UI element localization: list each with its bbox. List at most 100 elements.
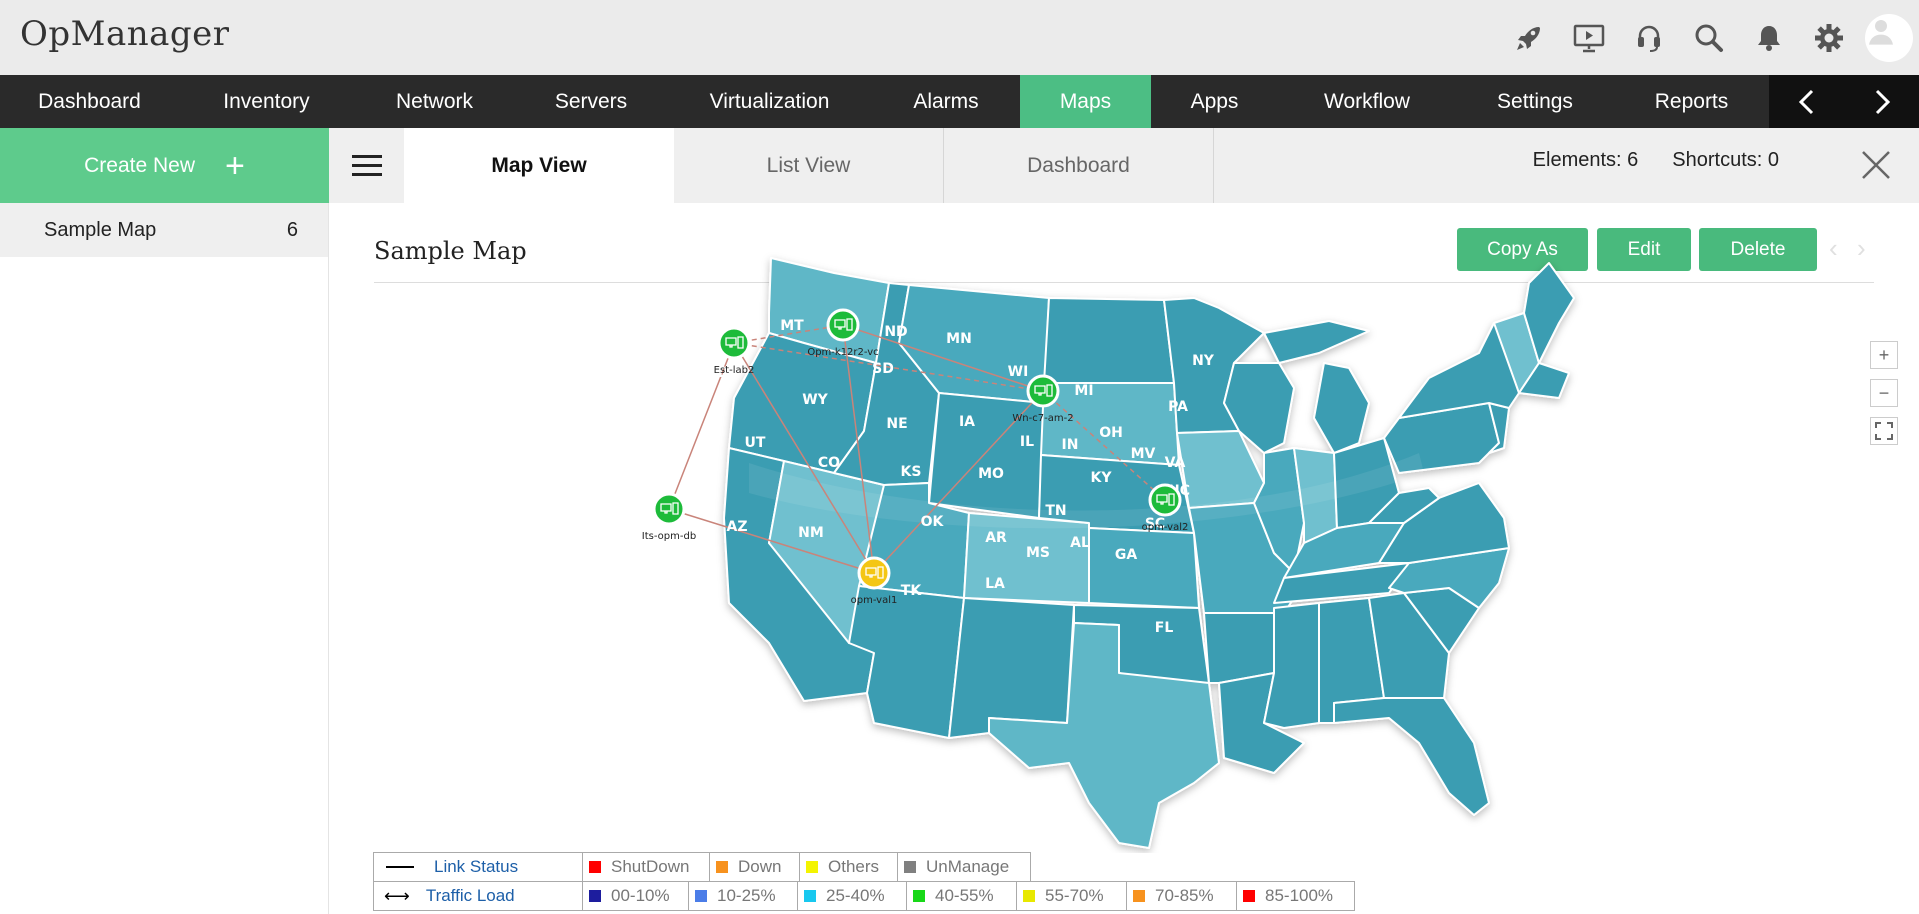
state-mi-upper[interactable] <box>1263 320 1370 364</box>
swatch <box>589 861 601 873</box>
label-me: ME <box>1242 302 1266 318</box>
headset-icon[interactable] <box>1619 14 1679 62</box>
node-circle[interactable] <box>1148 483 1182 517</box>
top-header: OpManager <box>0 0 1919 75</box>
tab-list-view[interactable]: List View <box>674 128 944 203</box>
chevron-left-icon[interactable] <box>1769 75 1844 128</box>
legend-load-label: 10-25% <box>717 886 776 905</box>
label-ky: KY <box>1091 470 1113 486</box>
label-az: AZ <box>727 519 748 535</box>
legend-load-25-40: 25-40% <box>797 881 907 911</box>
nav-virtualization[interactable]: Virtualization <box>667 75 872 128</box>
nav-dashboard[interactable]: Dashboard <box>0 75 179 128</box>
label-mi: MI <box>1074 383 1093 399</box>
node-circle[interactable] <box>826 308 860 342</box>
presentation-icon[interactable] <box>1559 14 1619 62</box>
node-circle[interactable] <box>857 556 891 590</box>
node-circle[interactable] <box>1026 374 1060 408</box>
legend-load-70-85: 70-85% <box>1126 881 1237 911</box>
legend-others-label: Others <box>828 857 880 876</box>
legend-link-status-row: Link Status ShutDown Down Others UnManag… <box>373 852 1031 882</box>
nav-apps[interactable]: Apps <box>1151 75 1278 128</box>
label-mo: MO <box>978 466 1004 482</box>
traffic-load-text: Traffic Load <box>425 886 515 905</box>
app-title: OpManager <box>20 14 230 54</box>
label-pa: PA <box>1168 399 1188 415</box>
nav-inventory[interactable]: Inventory <box>179 75 354 128</box>
nav-servers[interactable]: Servers <box>515 75 667 128</box>
swatch <box>695 890 707 902</box>
state-ks[interactable] <box>1088 527 1200 609</box>
swatch <box>1243 890 1255 902</box>
rocket-icon[interactable] <box>1499 14 1559 62</box>
legend-down-label: Down <box>738 857 782 876</box>
nav-workflow[interactable]: Workflow <box>1278 75 1456 128</box>
create-new-label: Create New <box>84 153 196 177</box>
device-node-its[interactable]: Its-opm-db <box>642 492 696 542</box>
label-ok: OK <box>921 514 945 530</box>
node-label: Its-opm-db <box>642 531 696 542</box>
state-fl[interactable] <box>1333 697 1490 816</box>
gear-icon[interactable] <box>1799 14 1859 62</box>
legend-load-label: 55-70% <box>1045 886 1104 905</box>
map-panel: Sample Map Copy As Edit Delete ‹ › + − W… <box>329 203 1919 914</box>
label-mt: MT <box>780 318 804 334</box>
state-nm[interactable] <box>948 597 1075 739</box>
nav-alarms[interactable]: Alarms <box>872 75 1020 128</box>
legend-unmanage-label: UnManage <box>926 857 1010 876</box>
state-mi[interactable] <box>1313 362 1370 454</box>
label-nm: NM <box>798 525 824 541</box>
close-icon[interactable] <box>1859 148 1893 182</box>
swatch <box>716 861 728 873</box>
node-circle[interactable] <box>652 492 686 526</box>
label-ga: GA <box>1115 547 1137 563</box>
state-nd[interactable] <box>1043 297 1175 384</box>
nav-maps[interactable]: Maps <box>1020 75 1151 128</box>
create-new-button[interactable]: Create New + <box>0 128 329 203</box>
nav-network[interactable]: Network <box>354 75 515 128</box>
legend-unmanage: UnManage <box>897 852 1031 882</box>
search-icon[interactable] <box>1679 14 1739 62</box>
label-ne: NE <box>886 416 907 432</box>
node-label: Wn-c7-am-2 <box>1012 413 1073 424</box>
swatch <box>806 861 818 873</box>
label-mn: MN <box>946 331 972 347</box>
legend-load-label: 00-10% <box>611 886 670 905</box>
label-la: LA <box>985 576 1005 592</box>
legend-down: Down <box>709 852 800 882</box>
solid-line-icon <box>386 866 414 868</box>
chevron-right-icon[interactable] <box>1844 75 1919 128</box>
label-ia: IA <box>959 414 975 430</box>
label-ks: KS <box>901 464 922 480</box>
sidebar-item-sample-map[interactable]: Sample Map 6 <box>0 203 328 257</box>
label-wa: WA <box>659 301 685 317</box>
legend-traffic-load-row: ⟷ Traffic Load 00-10% 10-25% 25-40% 40-5… <box>373 881 1355 911</box>
node-circle[interactable] <box>717 326 751 360</box>
nav-settings[interactable]: Settings <box>1456 75 1614 128</box>
link-status-text: Link Status <box>434 857 519 876</box>
legend-load-label: 85-100% <box>1265 886 1334 905</box>
hamburger-menu-icon[interactable] <box>329 128 404 203</box>
plus-icon: + <box>225 146 245 185</box>
user-avatar-icon[interactable] <box>1859 14 1919 62</box>
nav-reports[interactable]: Reports <box>1614 75 1769 128</box>
swatch <box>1133 890 1145 902</box>
label-wy: WY <box>802 392 828 408</box>
node-label: Est-lab2 <box>714 365 755 376</box>
legend-load-label: 70-85% <box>1155 886 1214 905</box>
label-al: AL <box>1070 535 1090 551</box>
label-va: VA <box>1165 455 1186 471</box>
bell-icon[interactable] <box>1739 14 1799 62</box>
label-tn: TN <box>1045 503 1066 519</box>
label-mv: MV <box>1131 446 1156 462</box>
state-wy[interactable] <box>928 392 1045 519</box>
label-sd: SD <box>872 361 894 377</box>
tab-dashboard[interactable]: Dashboard <box>944 128 1214 203</box>
label-nv: NV <box>667 421 690 437</box>
device-node-est[interactable]: Est-lab2 <box>714 326 755 376</box>
elements-count: Elements: 6 <box>1532 149 1639 171</box>
nav-scroll-arrows <box>1769 75 1919 128</box>
label-wi: WI <box>1008 364 1029 380</box>
tab-map-view[interactable]: Map View <box>404 128 674 203</box>
us-map: WA OR CA ID NV MT WY UT AZ CO NM ND SD N… <box>612 257 1575 849</box>
